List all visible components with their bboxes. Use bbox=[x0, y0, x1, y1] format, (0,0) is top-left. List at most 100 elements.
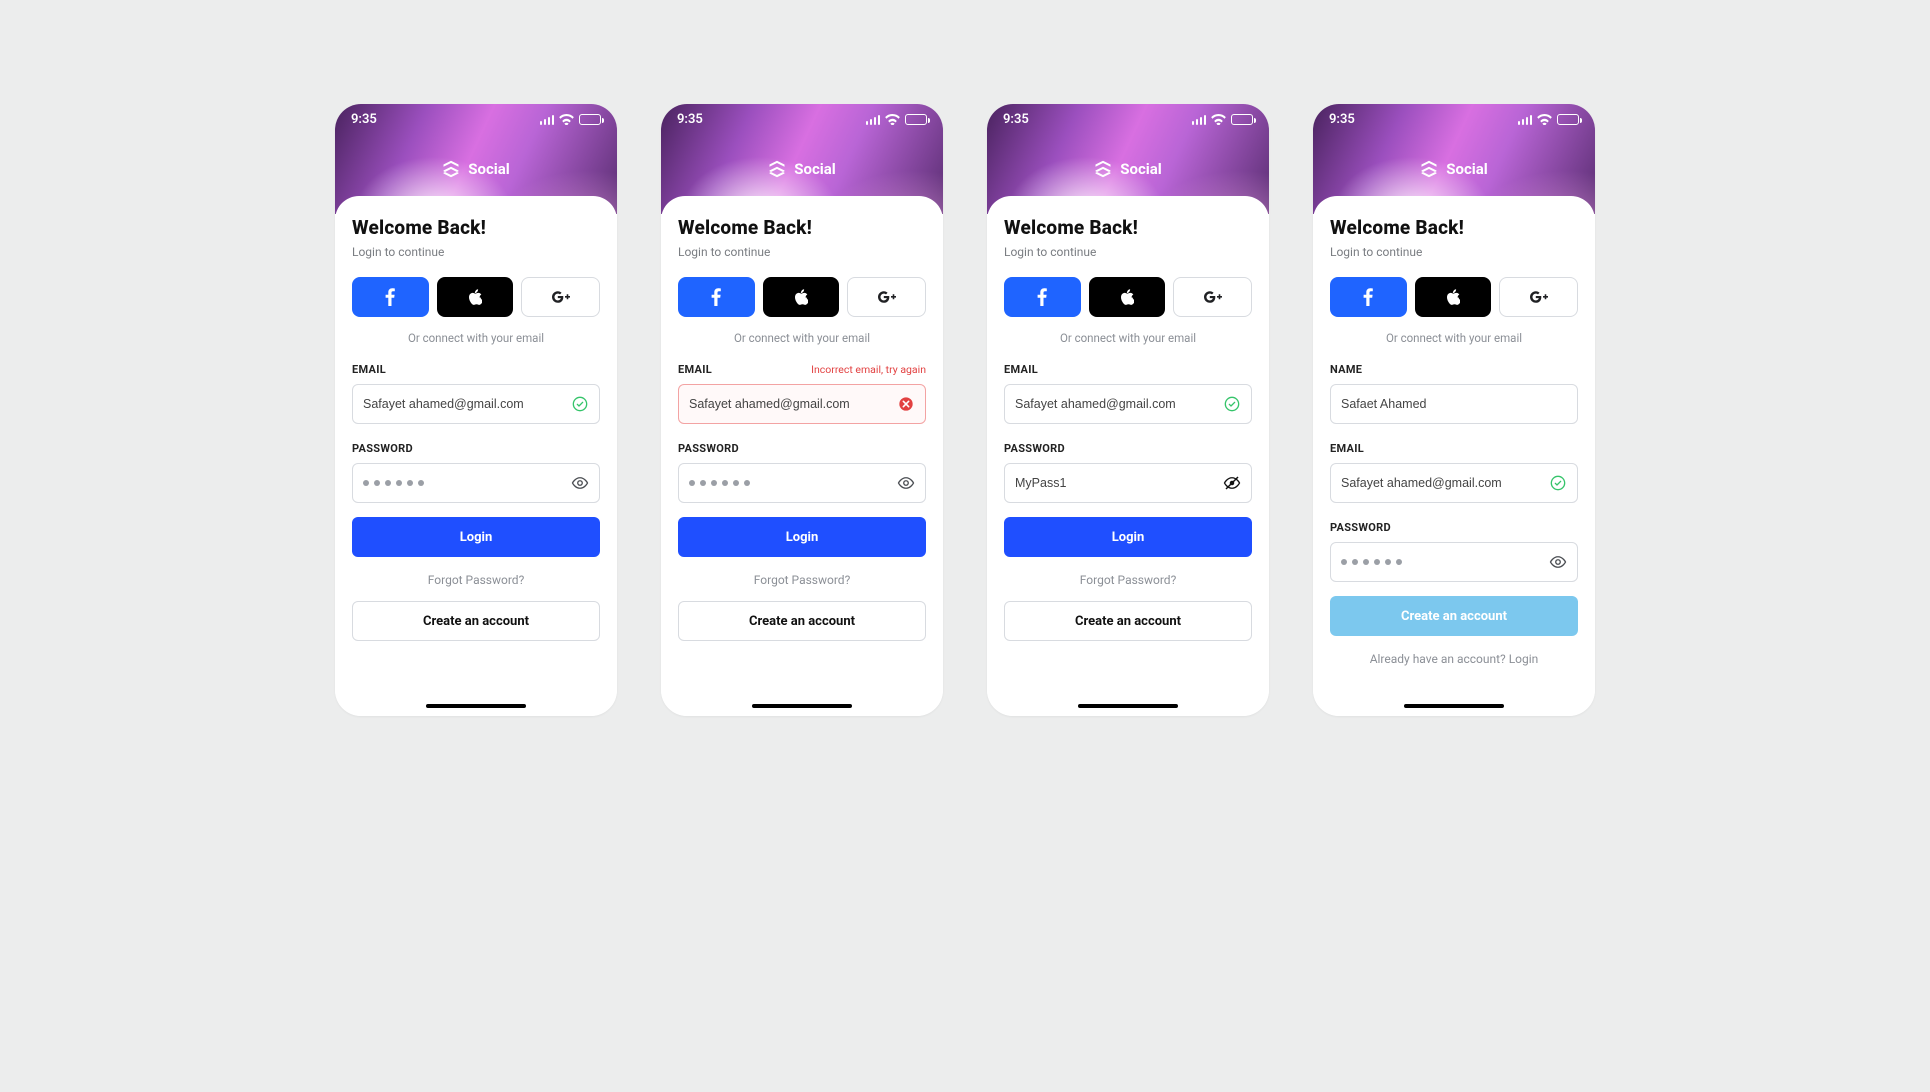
battery-icon bbox=[1231, 114, 1253, 125]
eye-off-icon[interactable] bbox=[1223, 474, 1241, 492]
password-input-wrap[interactable] bbox=[1330, 542, 1578, 582]
forgot-password-link[interactable]: Forgot Password? bbox=[678, 573, 926, 587]
eye-icon[interactable] bbox=[1549, 553, 1567, 571]
facebook-button[interactable] bbox=[1004, 277, 1081, 317]
status-indicators bbox=[866, 114, 928, 125]
forgot-password-link[interactable]: Forgot Password? bbox=[352, 573, 600, 587]
wifi-icon bbox=[885, 114, 900, 125]
status-indicators bbox=[540, 114, 602, 125]
signal-icon bbox=[866, 115, 881, 125]
login-button-label: Login bbox=[1112, 530, 1145, 545]
apple-icon bbox=[1446, 289, 1460, 305]
login-screen-valid: 9:35 Social Welcome Back! Login to conti… bbox=[335, 104, 617, 716]
password-input-wrap[interactable] bbox=[1004, 463, 1252, 503]
login-screen-password-visible: 9:35 Social Welcome Back! Login to conti… bbox=[987, 104, 1269, 716]
apple-button[interactable] bbox=[1415, 277, 1492, 317]
logo-icon bbox=[442, 160, 460, 178]
google-button[interactable] bbox=[847, 277, 926, 317]
battery-icon bbox=[905, 114, 927, 125]
apple-button[interactable] bbox=[763, 277, 840, 317]
name-field-block: NAME bbox=[1330, 363, 1578, 424]
email-input-wrap[interactable] bbox=[1004, 384, 1252, 424]
social-login-row bbox=[352, 277, 600, 317]
apple-button[interactable] bbox=[1089, 277, 1166, 317]
status-indicators bbox=[1518, 114, 1580, 125]
battery-icon bbox=[1557, 114, 1579, 125]
signal-icon bbox=[540, 115, 555, 125]
connect-divider: Or connect with your email bbox=[1004, 331, 1252, 345]
social-login-row bbox=[678, 277, 926, 317]
eye-icon[interactable] bbox=[571, 474, 589, 492]
create-account-button[interactable]: Create an account bbox=[1004, 601, 1252, 641]
page-subtitle: Login to continue bbox=[1330, 245, 1578, 259]
name-input[interactable] bbox=[1341, 397, 1567, 411]
login-button[interactable]: Login bbox=[678, 517, 926, 557]
eye-icon[interactable] bbox=[897, 474, 915, 492]
app-name: Social bbox=[468, 160, 509, 178]
forgot-password-link[interactable]: Forgot Password? bbox=[1004, 573, 1252, 587]
login-button[interactable]: Login bbox=[1004, 517, 1252, 557]
status-bar: 9:35 bbox=[661, 112, 943, 127]
create-account-button[interactable]: Create an account bbox=[1330, 596, 1578, 636]
apple-icon bbox=[794, 289, 808, 305]
app-brand: Social bbox=[1313, 160, 1595, 178]
create-account-button[interactable]: Create an account bbox=[678, 601, 926, 641]
password-input[interactable] bbox=[689, 480, 750, 486]
status-bar: 9:35 bbox=[335, 112, 617, 127]
email-field-block: EMAIL bbox=[352, 363, 600, 424]
app-name: Social bbox=[1446, 160, 1487, 178]
google-button[interactable] bbox=[1499, 277, 1578, 317]
password-input[interactable] bbox=[363, 480, 424, 486]
content-sheet: Welcome Back! Login to continue Or conne… bbox=[335, 196, 617, 716]
email-input[interactable] bbox=[689, 397, 889, 411]
facebook-icon bbox=[385, 288, 395, 306]
app-name: Social bbox=[794, 160, 835, 178]
password-input-wrap[interactable] bbox=[352, 463, 600, 503]
apple-icon bbox=[468, 289, 482, 305]
google-plus-icon bbox=[552, 291, 570, 303]
facebook-button[interactable] bbox=[352, 277, 429, 317]
facebook-icon bbox=[1037, 288, 1047, 306]
google-plus-icon bbox=[1204, 291, 1222, 303]
content-sheet: Welcome Back! Login to continue Or conne… bbox=[661, 196, 943, 716]
email-input-wrap[interactable] bbox=[678, 384, 926, 424]
app-brand: Social bbox=[335, 160, 617, 178]
login-button[interactable]: Login bbox=[352, 517, 600, 557]
name-input-wrap[interactable] bbox=[1330, 384, 1578, 424]
wifi-icon bbox=[1211, 114, 1226, 125]
email-input-wrap[interactable] bbox=[352, 384, 600, 424]
already-have-account-link[interactable]: Already have an account? Login bbox=[1330, 652, 1578, 666]
social-login-row bbox=[1330, 277, 1578, 317]
create-account-label: Create an account bbox=[1401, 609, 1507, 624]
status-bar: 9:35 bbox=[1313, 112, 1595, 127]
facebook-button[interactable] bbox=[1330, 277, 1407, 317]
password-input[interactable] bbox=[1341, 559, 1402, 565]
google-button[interactable] bbox=[521, 277, 600, 317]
google-button[interactable] bbox=[1173, 277, 1252, 317]
app-brand: Social bbox=[661, 160, 943, 178]
email-field-block: EMAIL bbox=[1004, 363, 1252, 424]
name-label: NAME bbox=[1330, 363, 1362, 376]
content-sheet: Welcome Back! Login to continue Or conne… bbox=[987, 196, 1269, 716]
email-input-wrap[interactable] bbox=[1330, 463, 1578, 503]
email-input[interactable] bbox=[1341, 476, 1541, 490]
create-account-button[interactable]: Create an account bbox=[352, 601, 600, 641]
apple-button[interactable] bbox=[437, 277, 514, 317]
page-subtitle: Login to continue bbox=[1004, 245, 1252, 259]
social-login-row bbox=[1004, 277, 1252, 317]
page-subtitle: Login to continue bbox=[352, 245, 600, 259]
email-input[interactable] bbox=[363, 397, 563, 411]
email-field-block: EMAIL Incorrect email, try again bbox=[678, 363, 926, 424]
page-subtitle: Login to continue bbox=[678, 245, 926, 259]
email-label: EMAIL bbox=[1004, 363, 1038, 376]
email-field-block: EMAIL bbox=[1330, 442, 1578, 503]
login-screen-error: 9:35 Social Welcome Back! Login to conti… bbox=[661, 104, 943, 716]
status-bar: 9:35 bbox=[987, 112, 1269, 127]
password-field-block: PASSWORD bbox=[1330, 521, 1578, 582]
password-input-wrap[interactable] bbox=[678, 463, 926, 503]
home-indicator bbox=[426, 704, 526, 708]
password-input[interactable] bbox=[1015, 476, 1215, 490]
password-label: PASSWORD bbox=[1330, 521, 1391, 534]
facebook-button[interactable] bbox=[678, 277, 755, 317]
email-input[interactable] bbox=[1015, 397, 1215, 411]
